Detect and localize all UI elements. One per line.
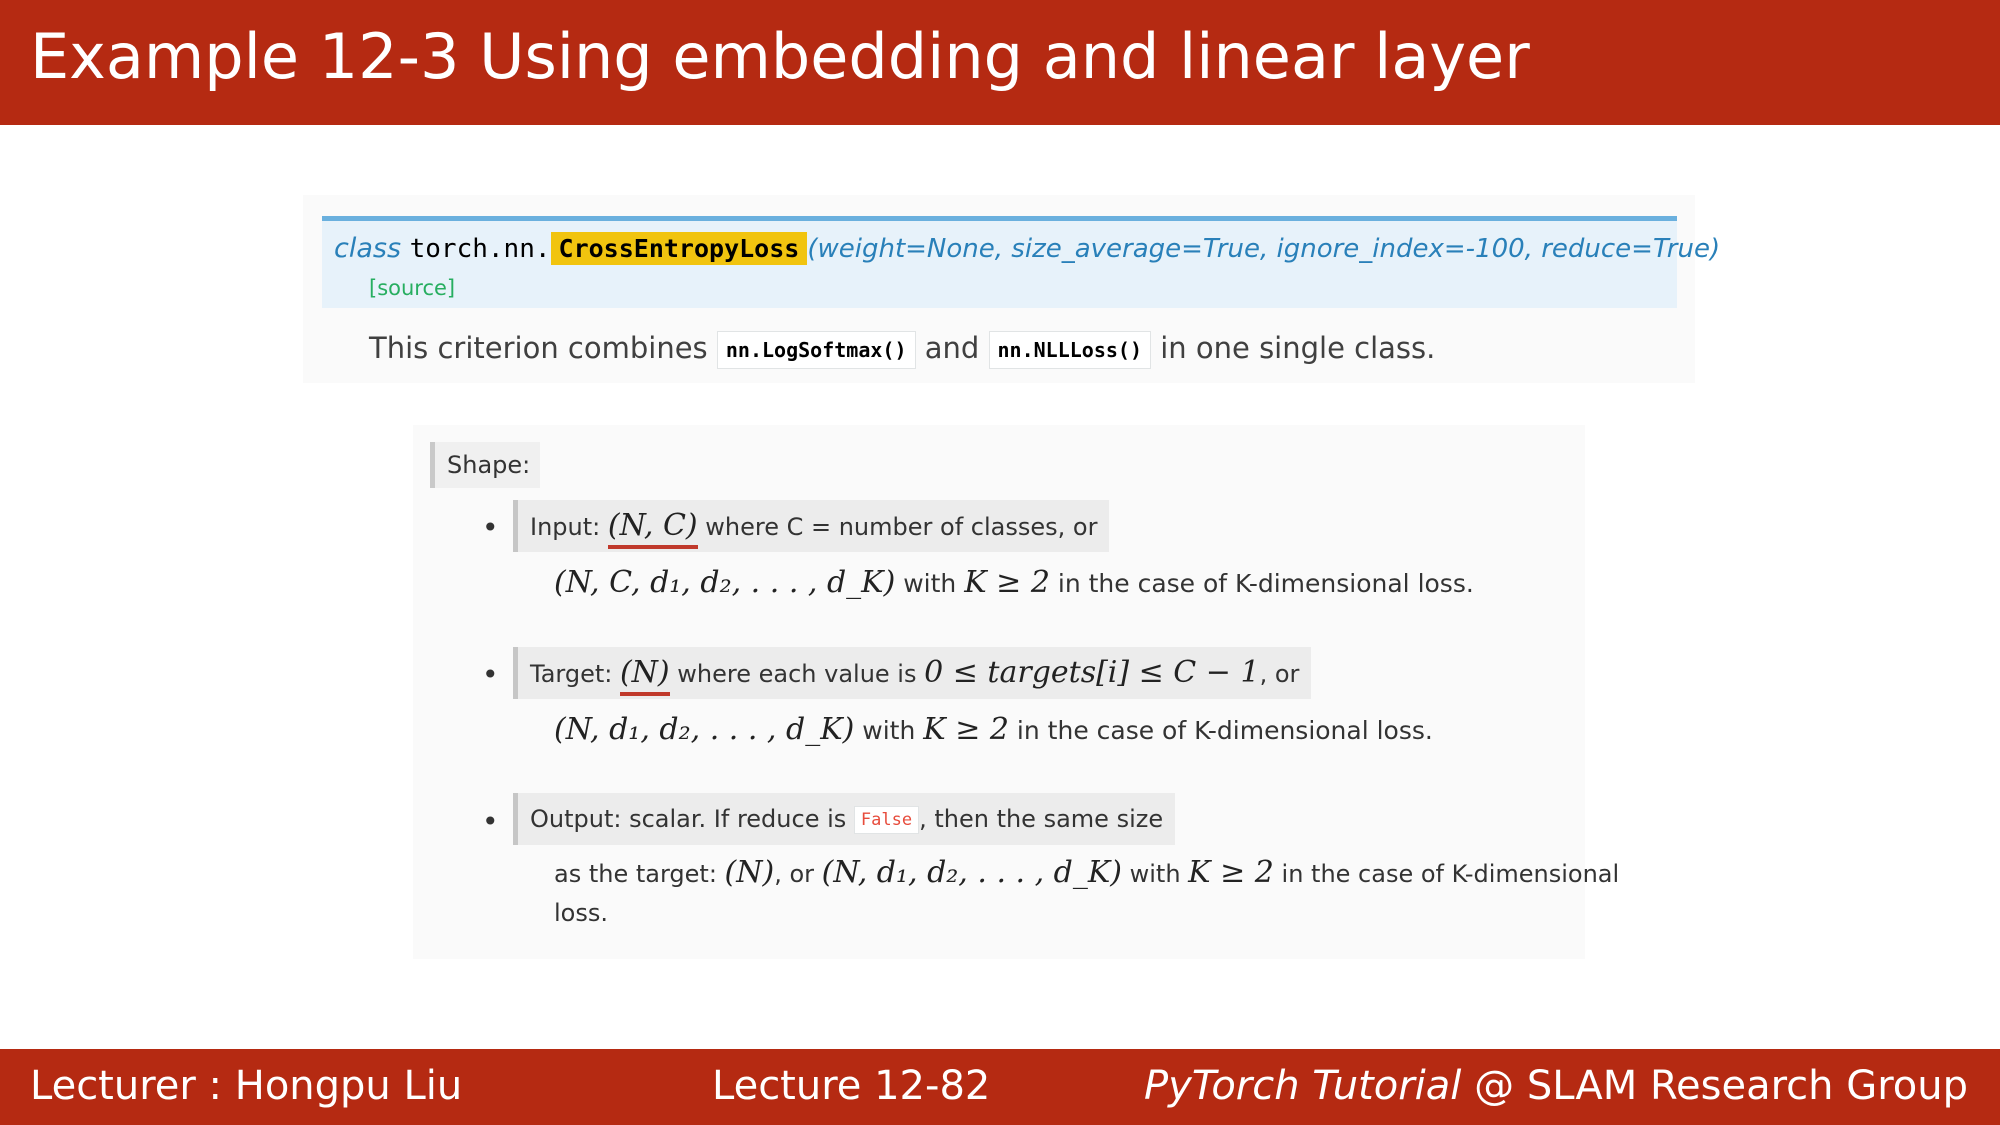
- slide-header: Example 12-3 Using embedding and linear …: [0, 0, 2000, 125]
- signature-line: class torch.nn. CrossEntropyLoss (weight=N…: [334, 232, 1721, 265]
- output-cont-line2: loss.: [554, 899, 608, 927]
- footer-lecturer: Lecturer : Hongpu Liu: [30, 1063, 463, 1109]
- output-continuation: as the target: (N), or (N, d₁, d₂, . . .…: [554, 855, 1619, 890]
- code-false: False: [853, 806, 920, 834]
- signature-box: class torch.nn. CrossEntropyLoss (weight=N…: [322, 216, 1720, 308]
- input-kdim-math: (N, C, d₁, d₂, . . . , d_K): [554, 565, 896, 600]
- input-head-text: where C = number of classes, or: [697, 513, 1098, 541]
- class-name: CrossEntropyLoss: [550, 232, 808, 265]
- target-head-text: , or: [1259, 660, 1300, 688]
- source-link[interactable]: [source]: [369, 276, 455, 300]
- output-cont-mid: , or: [774, 860, 822, 888]
- code-nllloss: nn.NLLLoss(): [988, 331, 1152, 369]
- output-k-math: K ≥ 2: [1188, 855, 1274, 890]
- footer-lecture-number: Lecture 12-82: [712, 1063, 991, 1109]
- bullet-input: •: [482, 511, 499, 544]
- shape-panel: Shape: • Input: (N, C) where C = number …: [413, 425, 1619, 959]
- signature-params: (weight=None, size_average=True, ignore_…: [807, 234, 1721, 264]
- input-k-math: K ≥ 2: [964, 565, 1050, 600]
- target-with: with: [854, 716, 924, 745]
- target-head-mid: where each value is: [669, 660, 925, 688]
- desc-and: and: [924, 331, 980, 365]
- class-keyword: class: [334, 233, 402, 264]
- bullet-output: •: [482, 805, 499, 838]
- output-with: with: [1121, 860, 1189, 888]
- code-logsoftmax: nn.LogSoftmax(): [716, 331, 916, 369]
- target-continuation: (N, d₁, d₂, . . . , d_K) with K ≥ 2 in t…: [554, 712, 1433, 747]
- desc-text-2: in one single class.: [1160, 331, 1436, 365]
- output-head: Output: scalar. If reduce is False, then…: [513, 793, 1176, 845]
- footer-course-title: PyTorch Tutorial: [1144, 1063, 1462, 1109]
- bullet-target: •: [482, 658, 499, 691]
- input-continuation: (N, C, d₁, d₂, . . . , d_K) with K ≥ 2 i…: [554, 565, 1474, 600]
- doc-panel: class torch.nn. CrossEntropyLoss (weight=N…: [303, 195, 1720, 383]
- target-cont-text: in the case of K-dimensional loss.: [1008, 716, 1433, 745]
- target-head-label: Target:: [530, 660, 620, 688]
- output-cont-text: in the case of K-dimensional: [1273, 860, 1620, 888]
- shape-label: Shape:: [430, 442, 541, 488]
- target-head: Target: (N) where each value is 0 ≤ targ…: [513, 647, 1312, 699]
- slide-title: Example 12-3 Using embedding and linear …: [30, 20, 1530, 93]
- target-kdim-math: (N, d₁, d₂, . . . , d_K): [554, 712, 855, 747]
- output-head-label: Output: scalar. If reduce is: [530, 805, 854, 833]
- target-range-math: 0 ≤ targets[i] ≤ C − 1: [924, 655, 1260, 690]
- desc-text-1: This criterion combines: [369, 331, 708, 365]
- target-k-math: K ≥ 2: [923, 712, 1009, 747]
- footer-course: PyTorch Tutorial @ SLAM Research Group: [1144, 1063, 1968, 1109]
- input-head: Input: (N, C) where C = number of classe…: [513, 500, 1110, 552]
- slide-footer: Lecturer : Hongpu Liu Lecture 12-82 PyTo…: [0, 1049, 2000, 1125]
- description: This criterion combines nn.LogSoftmax() …: [369, 331, 1435, 369]
- output-cont-pre: as the target:: [554, 860, 725, 888]
- module-path: torch.nn.: [409, 234, 551, 264]
- output-kdim-math: (N, d₁, d₂, . . . , d_K): [821, 855, 1122, 890]
- output-n-math: (N): [724, 855, 775, 890]
- input-shape-math: (N, C): [607, 508, 698, 549]
- footer-group: @ SLAM Research Group: [1461, 1063, 1968, 1109]
- target-shape-math: (N): [619, 655, 670, 696]
- input-head-label: Input:: [530, 513, 608, 541]
- output-head-text: , then the same size: [919, 805, 1164, 833]
- input-with: with: [895, 569, 965, 598]
- input-cont-text: in the case of K-dimensional loss.: [1049, 569, 1474, 598]
